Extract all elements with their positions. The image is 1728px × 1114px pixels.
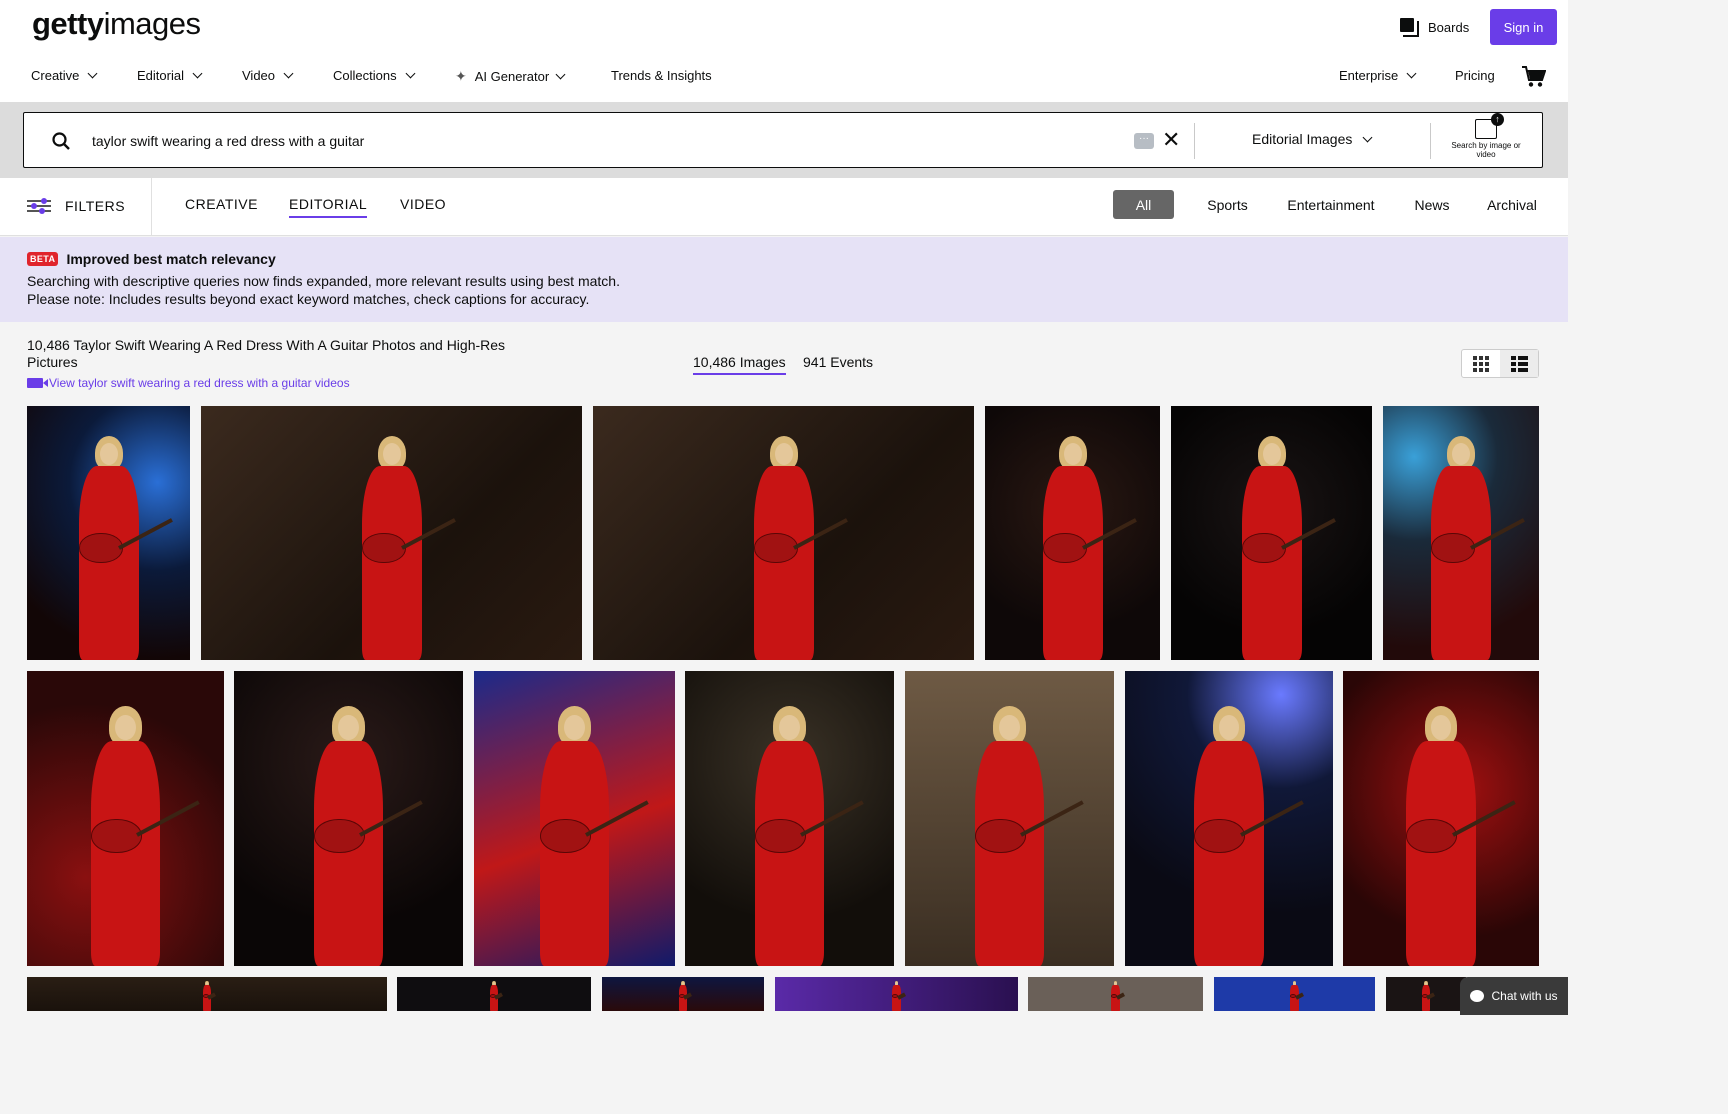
divider (151, 178, 152, 236)
tab-events-count[interactable]: 941 Events (803, 354, 873, 373)
boards-icon (1400, 18, 1419, 37)
chat-bubble-icon (1470, 990, 1485, 1002)
result-image[interactable] (985, 406, 1160, 660)
chevron-down-icon (192, 68, 203, 79)
pill-sports[interactable]: Sports (1200, 190, 1255, 219)
nav-pricing[interactable]: Pricing (1455, 68, 1495, 83)
tab-editorial[interactable]: EDITORIAL (289, 196, 368, 218)
clear-search-icon[interactable]: ✕ (1162, 129, 1180, 151)
result-image[interactable] (27, 977, 387, 1011)
result-image[interactable] (1171, 406, 1372, 660)
nav-video[interactable]: Video (242, 68, 294, 83)
search-box: ··· ✕ Editorial Images Search by image o… (23, 112, 1543, 168)
chat-with-us-button[interactable]: Chat with us (1460, 977, 1568, 1015)
nav-trends-insights[interactable]: Trends & Insights (611, 68, 712, 83)
result-image[interactable] (1383, 406, 1539, 660)
result-image[interactable] (1386, 977, 1466, 1011)
nav-enterprise[interactable]: Enterprise (1339, 68, 1417, 83)
tab-images-count[interactable]: 10,486 Images (693, 354, 786, 375)
beta-title-row: BETA Improved best match relevancy (27, 251, 276, 267)
chevron-down-icon (1406, 68, 1417, 79)
result-image[interactable] (234, 671, 463, 966)
filters-sliders-icon (27, 198, 51, 214)
boards-label: Boards (1428, 19, 1470, 35)
cart-icon[interactable] (1522, 66, 1546, 88)
nav-label: Enterprise (1339, 68, 1399, 83)
sparkle-icon: ✦ (455, 68, 467, 84)
view-toggle (1461, 349, 1539, 378)
beta-line-2: Please note: Includes results beyond exa… (27, 291, 590, 307)
nav-label: Editorial (137, 68, 184, 83)
chevron-down-icon (555, 69, 566, 80)
beta-line-1: Searching with descriptive queries now f… (27, 273, 620, 289)
nav-label: Pricing (1455, 68, 1495, 83)
result-image[interactable] (474, 671, 675, 966)
search-scope-label: Editorial Images (1252, 131, 1353, 147)
chevron-down-icon (283, 68, 294, 79)
nav-label: Collections (333, 68, 397, 83)
view-videos-link[interactable]: View taylor swift wearing a red dress wi… (27, 376, 350, 390)
results-title: 10,486 Taylor Swift Wearing A Red Dress … (27, 337, 506, 370)
result-image[interactable] (1214, 977, 1375, 1011)
nav-label: Creative (31, 68, 80, 83)
chevron-down-icon (87, 68, 98, 79)
pill-all[interactable]: All (1113, 190, 1174, 219)
search-by-image-button[interactable]: Search by image or video (1444, 113, 1528, 159)
search-scope-dropdown[interactable]: Editorial Images (1252, 131, 1373, 147)
result-image[interactable] (685, 671, 894, 966)
nav-label: Video (242, 68, 276, 83)
result-image[interactable] (201, 406, 582, 660)
view-videos-label: View taylor swift wearing a red dress wi… (49, 376, 350, 390)
pill-entertainment[interactable]: Entertainment (1280, 190, 1382, 219)
divider (1430, 123, 1431, 159)
chevron-down-icon (1362, 132, 1373, 142)
beta-badge: BETA (27, 252, 59, 266)
result-image[interactable] (1125, 671, 1333, 966)
nav-ai-generator[interactable]: ✦ AI Generator (455, 68, 566, 85)
result-image[interactable] (775, 977, 1018, 1011)
filters-label: FILTERS (65, 198, 126, 214)
result-image[interactable] (905, 671, 1114, 966)
search-by-image-label: Search by image or video (1451, 141, 1521, 159)
sign-in-button[interactable]: Sign in (1490, 9, 1557, 45)
top-header: gettyimages Boards Sign in Creative Edit… (0, 0, 1568, 102)
beta-title: Improved best match relevancy (66, 251, 276, 267)
result-image[interactable] (1028, 977, 1203, 1011)
nav-creative[interactable]: Creative (31, 68, 98, 83)
main-nav: Creative Editorial Video Collections ✦ AI… (0, 68, 1568, 88)
image-upload-icon (1475, 113, 1504, 139)
result-image[interactable] (397, 977, 591, 1011)
pill-archival[interactable]: Archival (1481, 190, 1543, 219)
search-section: ··· ✕ Editorial Images Search by image o… (0, 102, 1568, 178)
nav-label: AI Generator (474, 69, 550, 84)
chevron-down-icon (405, 68, 416, 79)
divider (1194, 123, 1195, 159)
result-image[interactable] (593, 406, 974, 660)
result-image[interactable] (27, 671, 224, 966)
video-camera-icon (27, 378, 48, 388)
result-image[interactable] (27, 406, 190, 660)
filter-bar: FILTERS CREATIVE EDITORIAL VIDEO All Spo… (0, 178, 1568, 236)
filters-button[interactable]: FILTERS (27, 198, 125, 214)
search-input[interactable] (92, 130, 1092, 152)
pill-news[interactable]: News (1407, 190, 1457, 219)
boards-link[interactable]: Boards (1400, 18, 1470, 37)
result-image[interactable] (602, 977, 764, 1011)
nav-label: Trends & Insights (611, 68, 712, 83)
mosaic-view-icon[interactable] (1500, 350, 1538, 377)
nav-collections[interactable]: Collections (333, 68, 416, 83)
gettyimages-logo[interactable]: gettyimages (32, 6, 201, 42)
nav-editorial[interactable]: Editorial (137, 68, 203, 83)
grid-view-icon[interactable] (1462, 350, 1500, 377)
tab-video[interactable]: VIDEO (400, 196, 446, 216)
result-image[interactable] (1343, 671, 1539, 966)
keyboard-icon[interactable]: ··· (1134, 133, 1154, 149)
tab-creative[interactable]: CREATIVE (185, 196, 258, 216)
beta-banner: BETA Improved best match relevancy Searc… (0, 237, 1568, 322)
chat-label: Chat with us (1491, 989, 1558, 1003)
search-icon[interactable] (52, 132, 70, 150)
